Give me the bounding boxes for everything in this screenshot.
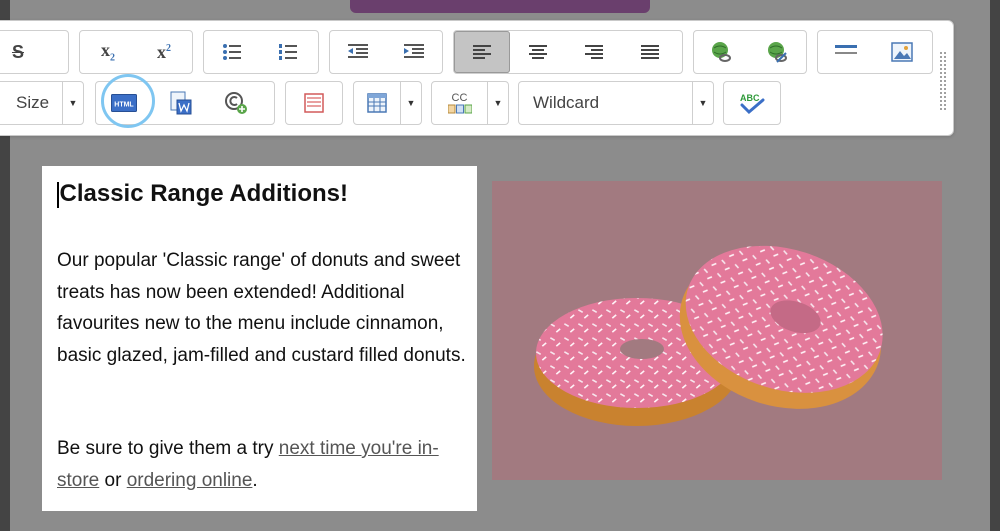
insert-form-button[interactable] (286, 82, 342, 124)
strikethrough-button[interactable]: S (0, 31, 46, 73)
horizontal-rule-button[interactable] (818, 31, 874, 73)
superscript-icon: x2 (157, 41, 171, 62)
strikethrough-icon: S (11, 41, 24, 62)
font-size-label: Size (16, 93, 50, 112)
paragraph-2-suffix: . (252, 469, 258, 491)
table-icon (367, 93, 387, 113)
wildcard-label: Wildcard (533, 93, 600, 112)
font-size-dropdown[interactable]: Size ▼ (0, 81, 84, 125)
wildcard-dropdown[interactable]: Wildcard ▼ (518, 81, 714, 125)
insert-table-button[interactable] (354, 82, 400, 124)
paragraph-2-middle: or (99, 469, 127, 491)
paragraph-2-prefix: Be sure to give them a try (57, 438, 279, 459)
indent-group (329, 30, 443, 74)
justify-icon (641, 45, 659, 59)
outdent-icon (348, 44, 368, 58)
closed-caption-button[interactable]: CC (432, 82, 487, 124)
align-left-button[interactable] (454, 31, 510, 73)
donut-image[interactable] (492, 181, 942, 480)
align-center-button[interactable] (510, 31, 566, 73)
indent-icon (404, 44, 424, 58)
table-dropdown[interactable]: ▼ (353, 81, 422, 125)
html-icon: HTML (111, 94, 137, 112)
chevron-down-icon: ▼ (487, 82, 508, 124)
list-group (203, 30, 319, 74)
bulleted-list-button[interactable] (204, 31, 260, 73)
align-right-button[interactable] (566, 31, 622, 73)
superscript-button[interactable]: x2 (136, 31, 192, 73)
align-group (453, 30, 683, 74)
special-character-button[interactable] (208, 82, 264, 124)
article-heading[interactable]: Classic Range Additions! (57, 180, 348, 208)
closed-caption-dropdown[interactable]: CC ▼ (431, 81, 509, 125)
article-paragraph-1[interactable]: Our popular 'Classic range' of donuts an… (57, 245, 467, 371)
toolbar-drag-handle[interactable] (939, 51, 947, 111)
horizontal-rule-icon (835, 45, 857, 54)
numbered-list-button[interactable] (260, 31, 316, 73)
spellcheck-group: ABC (723, 81, 781, 125)
bulleted-list-icon (223, 44, 241, 60)
heading-text: Classic Range Additions! (59, 180, 349, 207)
chevron-down-icon: ▼ (62, 82, 83, 124)
spellcheck-icon: ABC (740, 93, 765, 115)
indent-button[interactable] (386, 31, 442, 73)
align-left-icon (473, 45, 491, 59)
caption-blocks-icon (447, 104, 472, 113)
insert-group (817, 30, 933, 74)
justify-button[interactable] (622, 31, 678, 73)
link-globe-icon (712, 42, 731, 62)
insert-link-button[interactable] (694, 31, 750, 73)
script-group: x2 x2 (79, 30, 193, 74)
chevron-down-icon: ▼ (692, 82, 713, 124)
copyright-add-icon (225, 92, 247, 114)
svg-text:HTML: HTML (114, 102, 134, 109)
subscript-button[interactable]: x2 (80, 31, 136, 73)
chevron-down-icon: ▼ (400, 82, 421, 124)
align-center-icon (529, 45, 547, 59)
ordering-online-link[interactable]: ordering online (127, 470, 253, 491)
svg-text:ABC: ABC (740, 93, 760, 103)
align-right-icon (585, 45, 603, 59)
form-group (285, 81, 343, 125)
text-cursor (57, 181, 59, 208)
insert-image-button[interactable] (874, 31, 930, 73)
paste-word-button[interactable] (152, 82, 208, 124)
right-edge (990, 0, 1000, 531)
form-icon (304, 93, 324, 113)
strike-group: S (0, 30, 69, 74)
html-source-button[interactable]: HTML (96, 82, 152, 124)
editor-toolbar: S x2 x2 Size ▼ HTML ▼ CC ▼ Wildcard ▼ AB… (0, 20, 954, 136)
outdent-button[interactable] (330, 31, 386, 73)
cc-label: CC (451, 91, 468, 104)
source-group: HTML (95, 81, 275, 125)
article-paragraph-2[interactable]: Be sure to give them a try next time you… (57, 433, 467, 496)
paste-word-icon (170, 91, 192, 115)
subscript-icon: x2 (101, 40, 115, 64)
donuts-illustration (534, 245, 883, 426)
image-icon (891, 42, 913, 62)
numbered-list-icon (279, 44, 297, 60)
link-group (693, 30, 807, 74)
editor-content-block[interactable]: Classic Range Additions! Our popular 'Cl… (42, 166, 477, 511)
remove-link-button[interactable] (750, 31, 806, 73)
unlink-globe-icon (768, 42, 787, 63)
top-header-bar (350, 0, 650, 13)
spellcheck-button[interactable]: ABC (724, 82, 780, 124)
